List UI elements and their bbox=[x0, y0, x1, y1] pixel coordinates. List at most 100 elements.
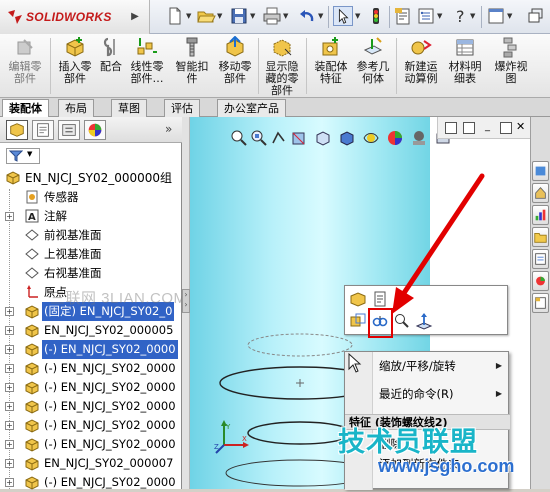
restore-icon[interactable] bbox=[526, 6, 546, 26]
mate-icon bbox=[103, 37, 115, 57]
open-icon[interactable] bbox=[196, 6, 216, 26]
save-dropdown-icon[interactable]: ▼ bbox=[250, 12, 258, 20]
normal-to-icon[interactable] bbox=[415, 312, 433, 330]
window-icon[interactable] bbox=[486, 6, 506, 26]
move-component-label: 移动零 部件 bbox=[218, 60, 252, 85]
hide-show-items-icon[interactable] bbox=[362, 129, 380, 147]
expand-icon[interactable]: + bbox=[5, 402, 14, 411]
rebuild-icon[interactable] bbox=[366, 6, 386, 26]
part-icon bbox=[25, 476, 39, 490]
options-icon[interactable] bbox=[416, 6, 436, 26]
display-style-icon[interactable] bbox=[338, 129, 356, 147]
select-icon[interactable] bbox=[333, 6, 353, 26]
smart-fasteners-button[interactable]: 智能扣 件 bbox=[172, 36, 212, 96]
help-icon[interactable]: ? bbox=[451, 6, 471, 26]
window-minimize-icon[interactable]: _ bbox=[485, 122, 497, 134]
property-manager-tab-icon[interactable] bbox=[32, 120, 54, 140]
window-close-icon[interactable]: ✕ bbox=[516, 121, 528, 134]
panel-splitter[interactable]: › › bbox=[182, 117, 190, 489]
tab-evaluate[interactable]: 评估 bbox=[164, 99, 200, 117]
tab-assembly[interactable]: 装配体 bbox=[2, 99, 49, 117]
help-dropdown-icon[interactable]: ▼ bbox=[470, 12, 478, 20]
menu-expand-icon[interactable]: ▶ bbox=[124, 6, 146, 28]
make-transparent-icon[interactable] bbox=[349, 312, 367, 330]
mate-button[interactable]: 配合 bbox=[96, 36, 126, 96]
menu-item-recent-commands[interactable]: 最近的命令(R) ▶ bbox=[345, 382, 510, 406]
reference-geometry-button[interactable]: 参考几 何体 bbox=[352, 36, 394, 96]
component-properties-icon[interactable] bbox=[371, 290, 389, 308]
print-icon[interactable] bbox=[262, 6, 282, 26]
edit-component-button[interactable]: 编辑零 部件 bbox=[4, 36, 46, 96]
mate-tool-icon[interactable] bbox=[393, 290, 411, 308]
expand-icon[interactable]: + bbox=[5, 345, 14, 354]
print-dropdown-icon[interactable]: ▼ bbox=[283, 12, 291, 20]
solidworks-menu-button[interactable]: SOLIDWORKS ▶ bbox=[0, 0, 150, 34]
tree-item-label: (-) EN_NJCJ_SY02_0000 bbox=[44, 418, 176, 432]
expand-icon[interactable]: + bbox=[5, 459, 14, 468]
insert-component-button[interactable]: 插入零 部件 bbox=[54, 36, 96, 96]
reference-triad-icon: Y X Z bbox=[214, 420, 249, 454]
edit-appearance-icon[interactable] bbox=[386, 129, 404, 147]
site-watermark-name: 技术员联盟 bbox=[338, 427, 478, 458]
zoom-area-icon[interactable] bbox=[250, 129, 268, 147]
show-hidden-icon bbox=[273, 39, 292, 57]
options-dropdown-icon[interactable]: ▼ bbox=[437, 12, 445, 20]
show-hidden-button[interactable]: 显示隐 藏的零 部件 bbox=[260, 36, 304, 97]
design-library-icon[interactable] bbox=[532, 205, 549, 225]
tree-item-label: 前视基准面 bbox=[44, 228, 102, 242]
previous-view-icon[interactable] bbox=[270, 129, 288, 147]
file-properties-icon[interactable] bbox=[393, 6, 413, 26]
new-dropdown-icon[interactable]: ▼ bbox=[186, 12, 194, 20]
menu-item-label: 最近的命令(R) bbox=[379, 387, 454, 401]
tree-filter[interactable]: ▼ bbox=[6, 148, 40, 164]
tab-office-products[interactable]: 办公室产品 bbox=[217, 99, 286, 117]
custom-properties-icon[interactable] bbox=[532, 293, 549, 313]
undo-dropdown-icon[interactable]: ▼ bbox=[318, 12, 326, 20]
select-dropdown-icon[interactable]: ▼ bbox=[355, 12, 363, 20]
view-palette-icon[interactable] bbox=[532, 249, 549, 269]
apply-scene-icon[interactable] bbox=[410, 129, 428, 147]
exploded-view-button[interactable]: 爆炸视 图 bbox=[490, 36, 532, 96]
save-icon[interactable] bbox=[229, 6, 249, 26]
new-icon[interactable] bbox=[165, 6, 185, 26]
expand-icon[interactable]: + bbox=[5, 421, 14, 430]
section-view-icon[interactable] bbox=[290, 129, 308, 147]
expand-icon[interactable]: + bbox=[5, 364, 14, 373]
view-orientation-icon[interactable] bbox=[314, 129, 332, 147]
splitter-grip-icon[interactable]: › › bbox=[182, 289, 190, 313]
motion-study-button[interactable]: 新建运 动算例 bbox=[400, 36, 442, 96]
svg-text:?: ? bbox=[456, 7, 465, 26]
file-explorer-icon[interactable] bbox=[532, 227, 549, 247]
configuration-manager-tab-icon[interactable] bbox=[58, 120, 80, 140]
linear-pattern-button[interactable]: 线性零 部件… bbox=[126, 36, 168, 96]
open-part-icon[interactable] bbox=[349, 290, 367, 308]
appearances-icon[interactable] bbox=[532, 271, 549, 291]
expand-icon[interactable]: + bbox=[5, 440, 14, 449]
solidworks-resources-icon[interactable] bbox=[532, 161, 549, 181]
assembly-features-button[interactable]: 装配体 特征 bbox=[310, 36, 352, 96]
undo-icon[interactable] bbox=[297, 6, 317, 26]
window-dropdown-icon[interactable]: ▼ bbox=[507, 12, 515, 20]
expand-icon[interactable]: + bbox=[5, 383, 14, 392]
expand-icon[interactable]: + bbox=[5, 326, 14, 335]
part-icon bbox=[25, 381, 39, 395]
display-manager-tab-icon[interactable] bbox=[84, 120, 106, 140]
bom-button[interactable]: 材料明 细表 bbox=[444, 36, 486, 96]
more-tabs-icon[interactable]: » bbox=[165, 122, 172, 136]
move-component-button[interactable]: 移动零 部件 bbox=[214, 35, 256, 96]
tab-sketch[interactable]: 草图 bbox=[111, 99, 147, 117]
window-cascade-icon[interactable] bbox=[463, 122, 475, 134]
open-dropdown-icon[interactable]: ▼ bbox=[217, 12, 225, 20]
expand-icon[interactable]: + bbox=[5, 478, 14, 487]
part-icon bbox=[25, 324, 39, 338]
expand-icon[interactable]: + bbox=[5, 307, 14, 316]
home-icon[interactable] bbox=[532, 183, 549, 203]
menu-item-zoom-pan-rotate[interactable]: 缩放/平移/旋转 ▶ bbox=[345, 354, 510, 378]
feature-tree-tab-icon[interactable] bbox=[6, 120, 28, 140]
zoom-to-fit-icon[interactable] bbox=[230, 129, 248, 147]
expand-icon[interactable]: + bbox=[5, 212, 14, 221]
window-maximize-icon[interactable] bbox=[500, 122, 512, 134]
zoom-to-selection-icon[interactable] bbox=[393, 312, 411, 330]
window-tile-icon[interactable] bbox=[445, 122, 457, 134]
tab-layout[interactable]: 布局 bbox=[58, 99, 94, 117]
